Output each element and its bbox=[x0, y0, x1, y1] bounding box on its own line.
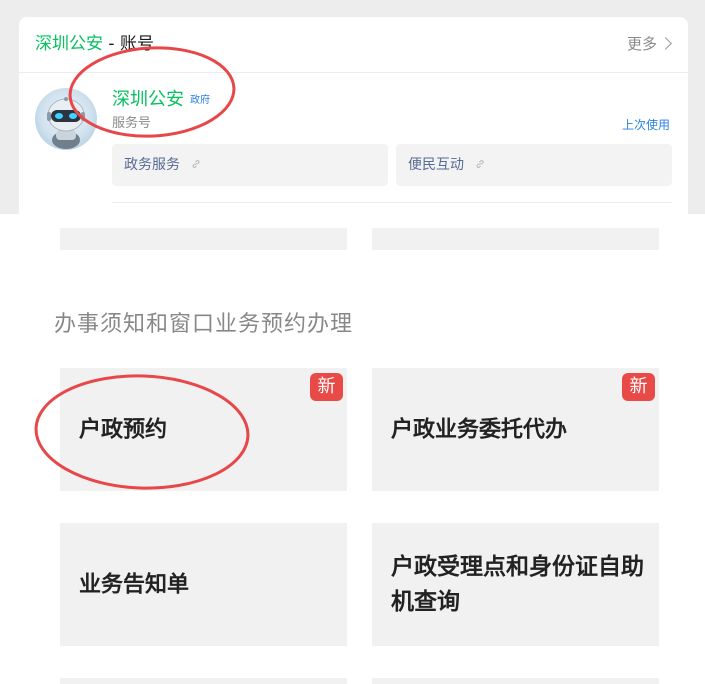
gov-tag: 政府 bbox=[190, 95, 210, 106]
section-title: 办事须知和窗口业务预约办理 bbox=[54, 312, 354, 337]
tile-service-point-query[interactable]: 户政受理点和身份证自助机查询 bbox=[372, 523, 659, 646]
tile-label: 户政受理点和身份证自助机查询 bbox=[391, 553, 644, 615]
more-label: 更多 bbox=[626, 35, 657, 53]
new-badge: 新 bbox=[310, 373, 343, 401]
account-name[interactable]: 深圳公安 bbox=[112, 88, 184, 112]
robot-avatar-icon bbox=[47, 97, 85, 149]
link-icon bbox=[476, 160, 484, 168]
tile-business-notice[interactable]: 业务告知单 bbox=[60, 523, 347, 646]
chevron-right-icon bbox=[659, 37, 672, 50]
new-badge: 新 bbox=[622, 373, 655, 401]
tile-peek-bottom-left[interactable] bbox=[60, 678, 347, 684]
divider bbox=[112, 202, 672, 203]
card-title: 深圳公安 - 账号 bbox=[35, 33, 154, 55]
tile-label: 户政预约 bbox=[79, 417, 168, 442]
menu-button-interaction[interactable]: 便民互动 bbox=[396, 144, 672, 186]
tile-label: 户政业务委托代办 bbox=[391, 417, 568, 442]
avatar[interactable] bbox=[35, 88, 97, 150]
tile-peek-right[interactable] bbox=[372, 228, 659, 250]
account-type: 服务号 bbox=[112, 116, 152, 131]
tile-peek-bottom-right[interactable] bbox=[372, 678, 659, 684]
menu-button-label: 政务服务 bbox=[124, 157, 180, 173]
tile-label: 业务告知单 bbox=[79, 572, 190, 597]
account-card-header: 深圳公安 - 账号 更多 bbox=[19, 17, 688, 73]
tile-delegated-service[interactable]: 户政业务委托代办 新 bbox=[372, 368, 659, 491]
last-used-label: 上次使用 bbox=[621, 118, 670, 132]
account-card: 深圳公安 - 账号 更多 深圳公安 政府 服务号 上次使用 政务服务 便民互动 bbox=[19, 17, 688, 214]
menu-button-gov-services[interactable]: 政务服务 bbox=[112, 144, 388, 186]
menu-button-label: 便民互动 bbox=[408, 157, 464, 173]
card-title-suffix: - 账号 bbox=[103, 34, 154, 54]
card-title-account: 深圳公安 bbox=[35, 34, 103, 54]
tile-household-appointment[interactable]: 户政预约 新 bbox=[60, 368, 347, 491]
more-button[interactable]: 更多 bbox=[626, 34, 672, 54]
tile-peek-left[interactable] bbox=[60, 228, 347, 250]
link-icon bbox=[192, 160, 200, 168]
